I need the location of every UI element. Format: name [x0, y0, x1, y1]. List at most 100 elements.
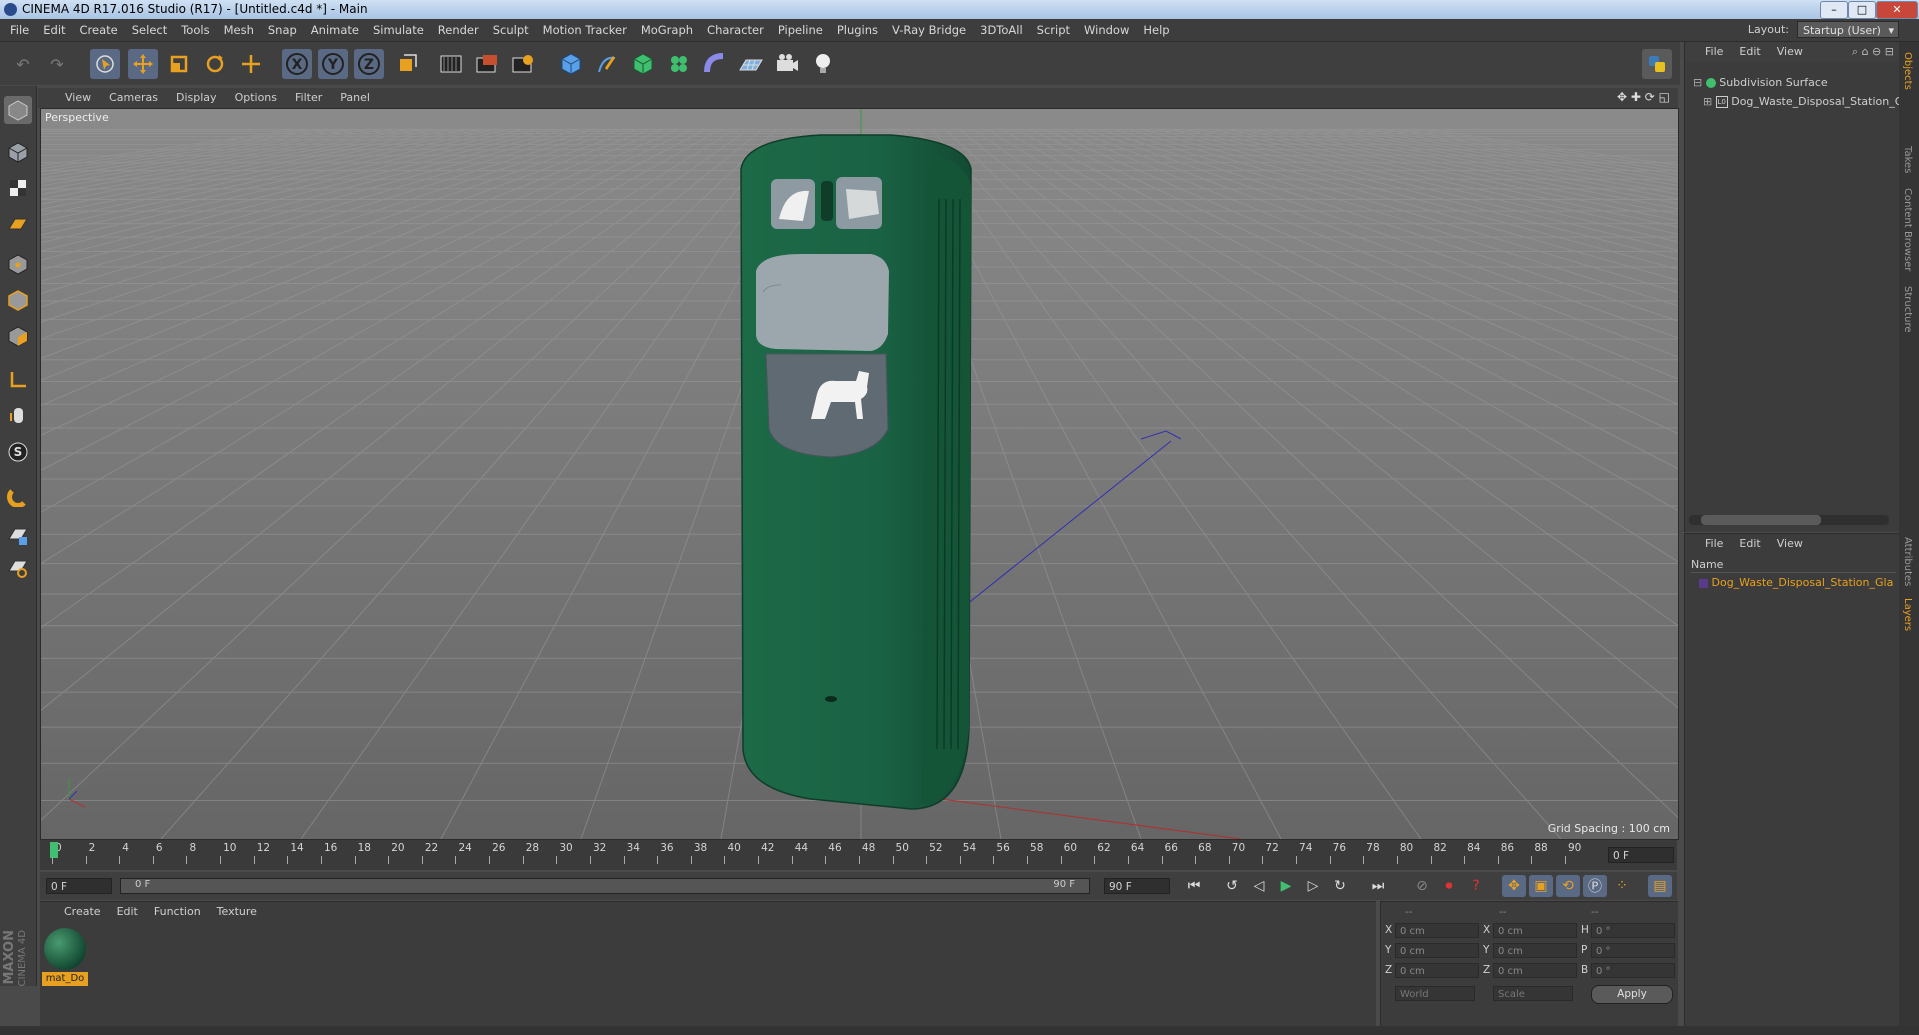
- magnet-icon[interactable]: [4, 482, 32, 510]
- viewport-menu-options[interactable]: Options: [226, 88, 286, 108]
- mat-menu-edit[interactable]: Edit: [109, 902, 146, 922]
- menu-create[interactable]: Create: [73, 19, 125, 41]
- workplane-rotate-icon[interactable]: [4, 554, 32, 582]
- previous-frame-icon[interactable]: ◁: [1247, 875, 1271, 897]
- make-editable-icon[interactable]: [4, 96, 32, 124]
- layer-row[interactable]: Dog_Waste_Disposal_Station_Gla: [1699, 574, 1893, 592]
- cube-icon[interactable]: [556, 49, 586, 79]
- menu-select[interactable]: Select: [125, 19, 174, 41]
- pen-icon[interactable]: [592, 49, 622, 79]
- layer-menu-edit[interactable]: Edit: [1731, 534, 1768, 554]
- render-view-icon[interactable]: [436, 49, 466, 79]
- key-pla-icon[interactable]: ⁘: [1610, 875, 1634, 897]
- go-to-start-icon[interactable]: ⏮: [1182, 875, 1206, 897]
- camera-icon[interactable]: [772, 49, 802, 79]
- close-button[interactable]: ✕: [1876, 1, 1918, 19]
- keyframe-selection-icon[interactable]: ?: [1464, 875, 1488, 897]
- object-row-subdivision[interactable]: ⊟ Subdivision Surface: [1693, 74, 1828, 92]
- objmgr-horizontal-scrollbar[interactable]: [1689, 515, 1889, 525]
- tab-attributes[interactable]: Attributes: [1902, 537, 1913, 586]
- objmgr-menu-edit[interactable]: Edit: [1731, 42, 1768, 62]
- axis-mode-icon[interactable]: [4, 366, 32, 394]
- coordinate-system-icon[interactable]: [392, 49, 422, 79]
- next-keyframe-icon[interactable]: ↻: [1328, 875, 1352, 897]
- expand-toggle-icon[interactable]: ⊞: [1703, 95, 1712, 108]
- layer-menu-file[interactable]: File: [1685, 534, 1731, 554]
- perspective-viewport[interactable]: Perspective Grid Spacing : 100 cm: [40, 108, 1679, 840]
- menu-render[interactable]: Render: [431, 19, 486, 41]
- viewport-menu-filter[interactable]: Filter: [286, 88, 331, 108]
- current-frame-field[interactable]: 0 F: [1608, 847, 1674, 863]
- menu-snap[interactable]: Snap: [261, 19, 304, 41]
- viewport-menu-cameras[interactable]: Cameras: [100, 88, 167, 108]
- undo-icon[interactable]: ↶: [8, 49, 38, 79]
- y-axis-icon[interactable]: Y: [318, 49, 348, 79]
- timeline-ruler[interactable]: 0 2 4 6 8 10 12 14 16 18 20 22 24 26 28 30 32 34 36 38 40 42 4…: [40, 840, 1677, 870]
- rotation-b-field[interactable]: 0 °: [1591, 963, 1675, 978]
- menu-edit[interactable]: Edit: [36, 19, 72, 41]
- size-mode-dropdown[interactable]: Scale: [1493, 986, 1573, 1001]
- live-selection-icon[interactable]: [90, 49, 120, 79]
- cloner-icon[interactable]: [664, 49, 694, 79]
- preview-range-slider[interactable]: 0 F 90 F: [120, 878, 1090, 894]
- viewport-menu-display[interactable]: Display: [167, 88, 226, 108]
- autokey-icon[interactable]: ⏺: [1437, 875, 1461, 897]
- key-scale-icon[interactable]: ▣: [1529, 875, 1553, 897]
- mat-menu-texture[interactable]: Texture: [209, 902, 265, 922]
- previous-keyframe-icon[interactable]: ↺: [1220, 875, 1244, 897]
- workplane-icon[interactable]: [4, 210, 32, 238]
- position-y-field[interactable]: 0 cm: [1395, 943, 1479, 958]
- maximize-button[interactable]: □: [1848, 1, 1876, 19]
- play-icon[interactable]: ▶: [1274, 875, 1298, 897]
- scale-icon[interactable]: [164, 49, 194, 79]
- edit-render-settings-icon[interactable]: [508, 49, 538, 79]
- objmgr-search-icon[interactable]: ⌕ ⌂ ⊖ ⊟: [1852, 42, 1894, 62]
- menu-simulate[interactable]: Simulate: [366, 19, 431, 41]
- x-axis-icon[interactable]: X: [282, 49, 312, 79]
- menu-3dtoall[interactable]: 3DToAll: [973, 19, 1030, 41]
- position-x-field[interactable]: 0 cm: [1395, 923, 1479, 938]
- recent-tool-icon[interactable]: [236, 49, 266, 79]
- edges-mode-icon[interactable]: [4, 286, 32, 314]
- menu-animate[interactable]: Animate: [304, 19, 366, 41]
- rotation-h-field[interactable]: 0 °: [1591, 923, 1675, 938]
- position-z-field[interactable]: 0 cm: [1395, 963, 1479, 978]
- key-parameter-icon[interactable]: Ⓟ: [1583, 875, 1607, 897]
- size-z-field[interactable]: 0 cm: [1493, 963, 1577, 978]
- menu-tools[interactable]: Tools: [174, 19, 216, 41]
- polygons-mode-icon[interactable]: [4, 322, 32, 350]
- collapse-toggle-icon[interactable]: ⊟: [1693, 76, 1702, 89]
- end-frame-field[interactable]: 90 F: [1104, 878, 1170, 894]
- mat-menu-create[interactable]: Create: [40, 902, 109, 922]
- coord-system-dropdown[interactable]: World: [1395, 986, 1475, 1001]
- menu-v-ray-bridge[interactable]: V-Ray Bridge: [885, 19, 973, 41]
- scrollbar-thumb[interactable]: [1701, 515, 1821, 525]
- render-picture-viewer-icon[interactable]: [472, 49, 502, 79]
- layout-dropdown[interactable]: Startup (User) ▾: [1797, 21, 1899, 38]
- size-y-field[interactable]: 0 cm: [1493, 943, 1577, 958]
- tab-layers[interactable]: Layers: [1902, 598, 1913, 631]
- menu-window[interactable]: Window: [1077, 19, 1136, 41]
- points-mode-icon[interactable]: [4, 250, 32, 278]
- lock-workplane-icon[interactable]: [4, 522, 32, 550]
- viewport-menu-view[interactable]: View: [56, 88, 100, 108]
- menu-pipeline[interactable]: Pipeline: [771, 19, 830, 41]
- apply-button[interactable]: Apply: [1591, 985, 1673, 1004]
- timeline-playhead[interactable]: [50, 842, 58, 858]
- rotate-icon[interactable]: [200, 49, 230, 79]
- minimize-button[interactable]: –: [1820, 1, 1848, 19]
- move-icon[interactable]: [128, 49, 158, 79]
- python-icon[interactable]: [1642, 49, 1672, 79]
- material-name[interactable]: mat_Do: [42, 972, 88, 986]
- light-icon[interactable]: [808, 49, 838, 79]
- tweak-mode-icon[interactable]: [4, 402, 32, 430]
- layer-menu-view[interactable]: View: [1769, 534, 1811, 554]
- viewport-menu-panel[interactable]: Panel: [331, 88, 379, 108]
- model-mode-icon[interactable]: [4, 138, 32, 166]
- snap-icon[interactable]: S: [4, 438, 32, 466]
- menu-file[interactable]: File: [3, 19, 36, 41]
- deformer-icon[interactable]: [700, 49, 730, 79]
- texture-mode-icon[interactable]: [4, 174, 32, 202]
- menu-help[interactable]: Help: [1136, 19, 1176, 41]
- tab-structure[interactable]: Structure: [1902, 286, 1913, 333]
